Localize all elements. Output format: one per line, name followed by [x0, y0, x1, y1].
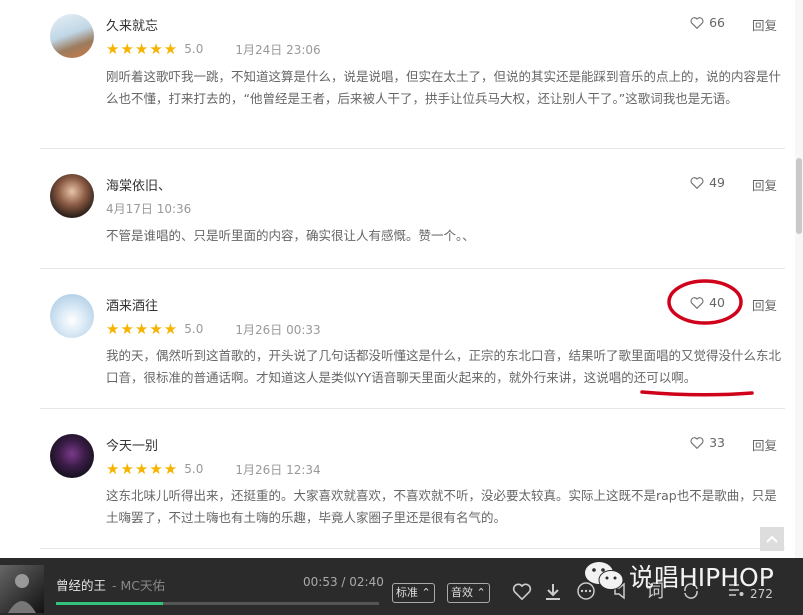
comment-time: 1月24日 23:06: [235, 42, 321, 57]
comment-text: 我的天，偶然听到这首歌的，开头说了几句话都没听懂这是什么，正宗的东北口音，结果听…: [106, 348, 782, 385]
playback-time: 00:53 / 02:40: [303, 575, 384, 589]
comment-item: 海棠依旧、 4月17日 10:36 不管是谁唱的、只是听里面的内容，确实很让人有…: [40, 172, 785, 262]
heart-icon[interactable]: [512, 582, 532, 600]
watermark-text: 说唱HIPHOP: [629, 563, 774, 592]
song-artist[interactable]: - MC天佑: [108, 578, 165, 593]
progress-bar[interactable]: [56, 602, 379, 605]
username[interactable]: 酒来酒往: [106, 295, 158, 314]
download-icon[interactable]: [543, 582, 563, 602]
chevron-up-icon: [766, 535, 778, 543]
rating-score: 5.0: [184, 462, 204, 476]
heart-icon: [690, 177, 704, 189]
rating-stars: ★★★★★: [106, 320, 179, 338]
album-art-icon: [8, 574, 36, 613]
time-separator: /: [337, 575, 350, 589]
current-time: 00:53: [303, 575, 338, 589]
rating-score: 5.0: [184, 322, 204, 336]
avatar[interactable]: [50, 434, 94, 478]
heart-icon: [690, 297, 704, 309]
progress-fill: [56, 602, 163, 605]
comment-meta: 4月17日 10:36: [106, 200, 191, 217]
comment-item: 今天一别 ★★★★★ 5.0 1月26日 12:34 这东北味儿听得出来，还挺重…: [40, 432, 785, 532]
like-count: 66: [709, 15, 725, 30]
username[interactable]: 海棠依旧、: [106, 175, 171, 194]
watermark: 说唱HIPHOP: [583, 558, 774, 594]
like-button[interactable]: 33: [690, 435, 725, 450]
avatar[interactable]: [50, 14, 94, 58]
reply-button[interactable]: 回复: [752, 435, 777, 454]
comment-item: 酒来酒往 ★★★★★ 5.0 1月26日 00:33 我的天，偶然听到这首歌的，…: [40, 292, 785, 402]
divider: [40, 268, 785, 269]
rating-stars: ★★★★★: [106, 460, 179, 478]
like-button[interactable]: 49: [690, 175, 725, 190]
reply-button[interactable]: 回复: [752, 15, 777, 34]
like-count: 49: [709, 175, 725, 190]
effects-label: 音效: [451, 586, 473, 599]
quality-button[interactable]: 标准 ⌃: [392, 583, 435, 603]
comment-meta: ★★★★★ 5.0 1月24日 23:06: [106, 40, 321, 58]
back-to-top-button[interactable]: [760, 527, 784, 551]
quality-label: 标准: [396, 586, 418, 599]
comment-text: 刚听着这歌吓我一跳，不知道这算是什么，说是说唱，但实在太土了，但说的其实还是能踩…: [106, 69, 782, 106]
scrollbar-thumb[interactable]: [796, 158, 802, 234]
like-button[interactable]: 66: [690, 15, 725, 30]
comment-meta: ★★★★★ 5.0 1月26日 12:34: [106, 460, 321, 478]
reply-button[interactable]: 回复: [752, 295, 777, 314]
now-playing[interactable]: 曾经的王 - MC天佑: [56, 575, 165, 594]
divider: [40, 148, 785, 149]
like-button[interactable]: 40: [690, 295, 725, 310]
username[interactable]: 久来就忘: [106, 15, 158, 34]
rating-score: 5.0: [184, 42, 204, 56]
like-count: 40: [709, 295, 725, 310]
comment-time: 4月17日 10:36: [106, 202, 192, 216]
divider: [40, 548, 785, 549]
divider: [40, 408, 785, 409]
chevron-up-icon: ⌃: [418, 586, 431, 599]
like-count: 33: [709, 435, 725, 450]
heart-icon: [690, 437, 704, 449]
song-title[interactable]: 曾经的王: [56, 578, 106, 593]
effects-button[interactable]: 音效 ⌃: [447, 583, 490, 603]
comment-text: 这东北味儿听得出来，还挺重的。大家喜欢就喜欢，不喜欢就不听，没必要太较真。实际上…: [106, 488, 777, 525]
heart-icon: [690, 17, 704, 29]
comment-time: 1月26日 12:34: [235, 462, 321, 477]
comment-meta: ★★★★★ 5.0 1月26日 00:33: [106, 320, 321, 338]
comment-text: 不管是谁唱的、只是听里面的内容，确实很让人有感慨。赞一个。、: [106, 228, 475, 243]
rating-stars: ★★★★★: [106, 40, 179, 58]
comment-item: 久来就忘 ★★★★★ 5.0 1月24日 23:06 刚听着这歌吓我一跳，不知道…: [40, 12, 785, 132]
avatar[interactable]: [50, 294, 94, 338]
username[interactable]: 今天一别: [106, 435, 158, 454]
reply-button[interactable]: 回复: [752, 175, 777, 194]
album-cover[interactable]: [0, 565, 44, 613]
chevron-up-icon: ⌃: [473, 586, 486, 599]
wechat-icon: [585, 562, 624, 590]
comment-list: 久来就忘 ★★★★★ 5.0 1月24日 23:06 刚听着这歌吓我一跳，不知道…: [0, 0, 795, 558]
total-time: 02:40: [349, 575, 384, 589]
scrollbar[interactable]: [795, 0, 803, 558]
comment-time: 1月26日 00:33: [235, 322, 321, 337]
avatar[interactable]: [50, 174, 94, 218]
